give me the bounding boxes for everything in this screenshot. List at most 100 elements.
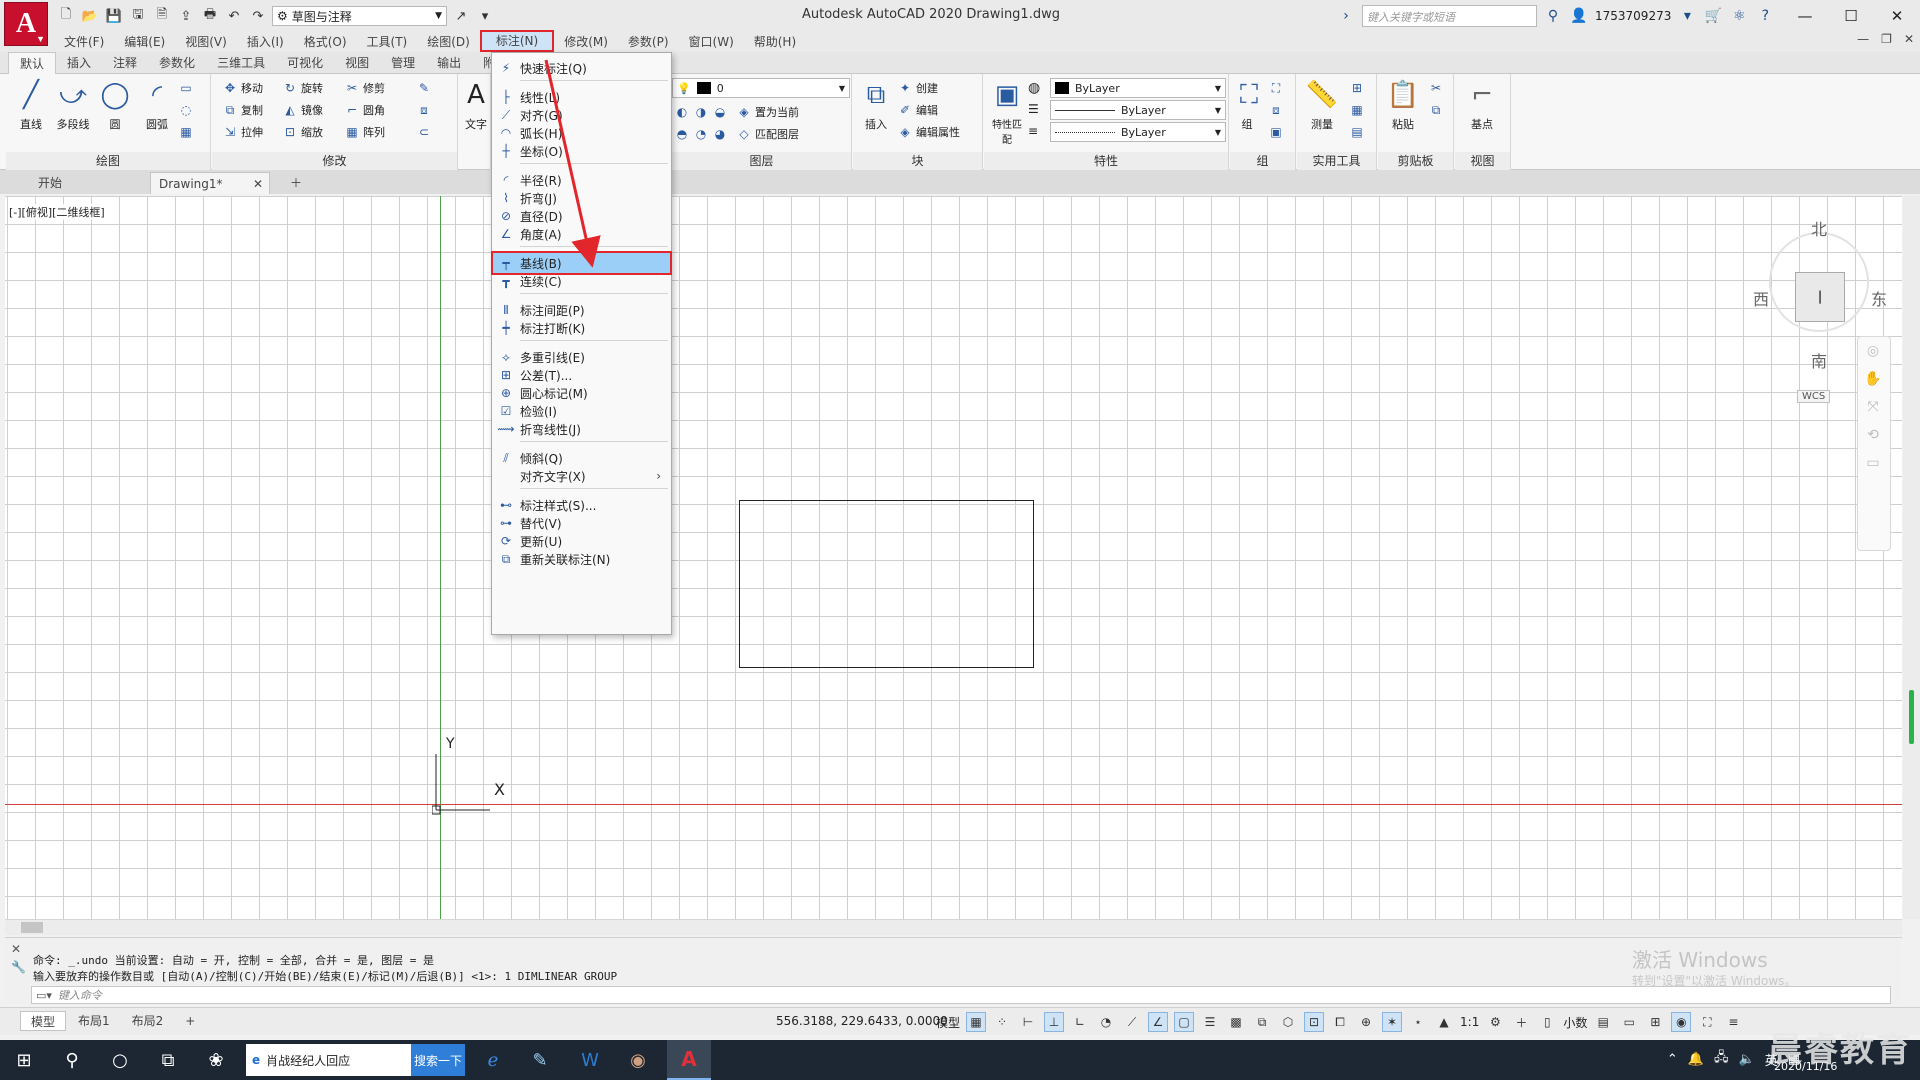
wps-icon[interactable]: W (570, 1046, 610, 1074)
snap-icon[interactable]: ⁘ (992, 1012, 1012, 1032)
edge-icon[interactable]: ℯ (473, 1046, 513, 1074)
doc-restore-icon[interactable]: ❐ (1881, 32, 1892, 46)
gradient-tool[interactable]: ▦ (178, 122, 194, 142)
user-name[interactable]: 1753709273 (1595, 9, 1671, 23)
ribbon-tab[interactable]: 三维工具 (206, 52, 276, 74)
array-tool[interactable]: ▦ 阵列 (344, 122, 385, 142)
drawing-canvas[interactable]: [-][俯视][二维线框] Y X 北 西 东 南 ┃ WCS ◎ ✋ ⤧ ⟲ (5, 196, 1902, 919)
plot-icon[interactable]: 🖶 (200, 6, 220, 26)
offset-tool[interactable]: ⊂ (416, 122, 432, 142)
match-properties-tool[interactable]: ▣ 特性匹配 (988, 78, 1026, 146)
object-snap-tracking-icon[interactable]: ∠ (1148, 1012, 1169, 1032)
taskbar-search-button[interactable]: 搜索一下 (411, 1044, 465, 1076)
color-wheel-icon[interactable]: ◍ (1028, 80, 1040, 96)
edit-attributes[interactable]: ◈ 编辑属性 (897, 122, 960, 142)
lineweight-toggle-icon[interactable]: ☰ (1200, 1012, 1220, 1032)
close-icon[interactable]: ✕ (1874, 0, 1920, 32)
grid-icon[interactable]: ▦ (966, 1012, 987, 1032)
open-web-icon[interactable]: 🗎 (152, 6, 172, 26)
rectangle-object[interactable] (739, 500, 1034, 668)
selection-cycling-icon[interactable]: ⧉ (1252, 1012, 1272, 1032)
infer-constraints-icon[interactable]: ⊢ (1018, 1012, 1038, 1032)
save-web-icon[interactable]: ⇪ (176, 6, 196, 26)
pan-icon[interactable]: ✋ (1858, 365, 1888, 393)
trim-tool[interactable]: ✂ 修剪 (344, 78, 385, 98)
group-tool[interactable]: ⛶ 组 (1232, 78, 1262, 132)
wcs-menu[interactable]: WCS (1797, 390, 1831, 403)
3d-osnap-icon[interactable]: ⬡ (1278, 1012, 1298, 1032)
menu-item-align-text[interactable]: 对齐文字(X) › (492, 465, 671, 487)
user-icon[interactable]: 👤 (1569, 6, 1589, 26)
selection-filter-icon[interactable]: ⧠ (1330, 1012, 1350, 1032)
ribbon-tab[interactable]: 参数化 (148, 52, 206, 74)
application-menu-button[interactable]: A ▼ (4, 2, 48, 46)
paste-tool[interactable]: 📋 粘贴 (1382, 78, 1424, 132)
quick-properties-icon[interactable]: ▤ (1593, 1012, 1613, 1032)
menu-item-dim-break[interactable]: ┿ 标注打断(K) (492, 317, 671, 339)
close-icon[interactable]: ✕ (11, 942, 21, 956)
cortana-icon[interactable]: ○ (100, 1046, 140, 1074)
chevron-up-icon[interactable]: ⌃ (1667, 1052, 1678, 1067)
lock-ui-icon[interactable]: ▭ (1619, 1012, 1639, 1032)
ungroup-tool[interactable]: ⛶ (1268, 78, 1284, 98)
menu-item-angle[interactable]: ∠ 角度(A) (492, 223, 671, 245)
mirror-tool[interactable]: ◭ 镜像 (282, 100, 323, 120)
minimize-icon[interactable]: — (1782, 0, 1828, 32)
photo-app-icon[interactable]: ◉ (618, 1046, 658, 1074)
stretch-tool[interactable]: ⇲ 拉伸 (222, 122, 263, 142)
new-file-icon[interactable]: 🗋 (56, 6, 76, 26)
menu-item[interactable]: 参数(P) (618, 33, 679, 50)
ribbon-tab[interactable]: 插入 (56, 52, 102, 74)
ribbon-tab[interactable]: 可视化 (276, 52, 334, 74)
menu-item[interactable]: 插入(I) (237, 33, 294, 50)
open-file-icon[interactable]: 📂 (80, 6, 100, 26)
polyline-tool[interactable]: ⤻ 多段线 (52, 78, 94, 132)
menu-item[interactable]: 文件(F) (54, 33, 114, 50)
rectangle-tool[interactable]: ▭ (178, 78, 194, 98)
quick-select-tool[interactable]: ⊞ (1349, 78, 1365, 98)
view-panel-title[interactable]: 视图 (1455, 152, 1510, 170)
cart-icon[interactable]: 🛒 (1703, 6, 1723, 26)
autocad-taskbar-button[interactable]: A (667, 1040, 711, 1080)
help-search-input[interactable]: 键入关键字或短语 (1362, 5, 1537, 27)
set-current-layer[interactable]: ◈ 置为当前 (736, 102, 799, 122)
fillet-tool[interactable]: ⌐ 圆角 (344, 100, 385, 120)
cut-tool[interactable]: ✂ (1428, 78, 1444, 98)
object-snap-icon[interactable]: ▢ (1174, 1012, 1195, 1032)
doc-close-icon[interactable]: ✕ (1904, 32, 1914, 46)
measure-tool[interactable]: 📏 测量 (1301, 78, 1343, 132)
menu-item[interactable]: 格式(O) (294, 33, 357, 50)
isodraft-icon[interactable]: ⟋ (1122, 1012, 1142, 1032)
model-space-toggle[interactable]: 模型 (936, 1014, 960, 1031)
task-view-icon[interactable]: ⧉ (148, 1046, 188, 1074)
group-edit-tool[interactable]: ⧈ (1268, 100, 1284, 120)
zoom-extents-icon[interactable]: ⤧ (1858, 393, 1888, 421)
viewcube-south[interactable]: 南 (1811, 348, 1827, 372)
network-icon[interactable]: 🖧 (1714, 1048, 1729, 1070)
edit-block[interactable]: ✐ 编辑 (897, 100, 938, 120)
menu-item[interactable]: 视图(V) (175, 33, 237, 50)
layout-tab[interactable]: 模型 (20, 1011, 67, 1031)
modify-panel-title[interactable]: 修改 (212, 152, 457, 170)
start-tab[interactable]: 开始 (30, 172, 70, 194)
properties-panel-title[interactable]: 特性 (984, 152, 1228, 170)
orbit-icon[interactable]: ⟲ (1858, 421, 1888, 449)
vertical-scroll-indicator[interactable] (1909, 690, 1914, 744)
viewport-controls[interactable]: [-][俯视][二维线框] (9, 204, 105, 220)
doc-minimize-icon[interactable]: — (1857, 32, 1869, 46)
scale-tool[interactable]: ⊡ 缩放 (282, 122, 323, 142)
steering-wheel-icon[interactable]: ◎ (1858, 337, 1888, 365)
draw-panel-title[interactable]: 绘图 (6, 152, 210, 170)
layout-tab[interactable]: 布局1 (68, 1011, 120, 1031)
color-select[interactable]: ByLayer ▼ (1050, 78, 1226, 98)
workspace-select[interactable]: ⚙ 草图与注释 ▼ (272, 6, 447, 26)
group-panel-title[interactable]: 组 (1230, 152, 1295, 170)
lineweight-select[interactable]: ByLayer ▼ (1050, 122, 1226, 142)
ribbon-tab[interactable]: 输出 (426, 52, 472, 74)
notepad-icon[interactable]: ✎ (520, 1046, 560, 1074)
units-icon[interactable]: ▯ (1537, 1012, 1557, 1032)
clean-screen-icon[interactable]: ⛶ (1697, 1012, 1717, 1032)
menu-item-quick-dim[interactable]: ⚡ 快速标注(Q) (492, 57, 671, 79)
hatch-tool[interactable]: ◌ (178, 100, 194, 120)
auto-scale-icon[interactable]: ⋆ (1408, 1012, 1428, 1032)
